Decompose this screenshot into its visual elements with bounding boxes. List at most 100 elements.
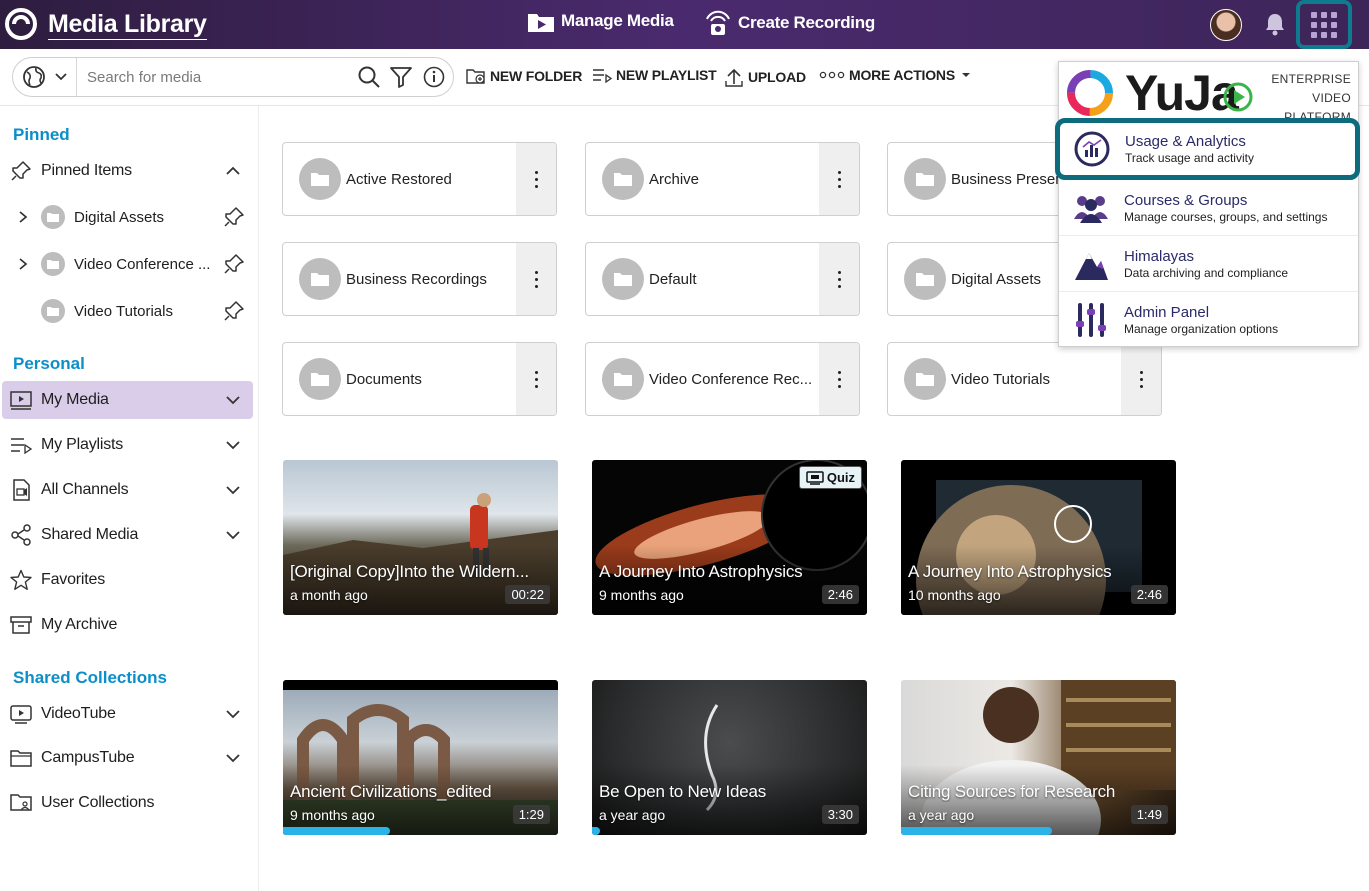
app-title: Usage & Analytics [1125, 133, 1246, 150]
app-subtitle: Manage organization options [1124, 322, 1279, 336]
channels-icon [9, 479, 33, 501]
pin-icon[interactable] [223, 300, 245, 322]
more-actions-button[interactable]: MORE ACTIONS [819, 67, 975, 83]
new-playlist-button[interactable]: NEW PLAYLIST [592, 67, 717, 83]
folder-icon [41, 252, 65, 276]
user-folder-icon [9, 793, 33, 813]
sidebar-item-favorites[interactable]: Favorites [2, 561, 253, 599]
manage-media-link[interactable]: Manage Media [527, 9, 674, 33]
app-himalayas[interactable]: Himalayas Data archiving and compliance [1059, 236, 1358, 292]
folder-card[interactable]: Archive [585, 142, 860, 216]
video-duration: 2:46 [1130, 585, 1168, 604]
video-age: a year ago [908, 807, 975, 823]
chevron-down-icon[interactable] [225, 437, 241, 453]
pinned-items-toggle[interactable]: Pinned Items [2, 152, 253, 190]
tagline-line: VIDEO [1312, 91, 1351, 105]
app-admin-panel[interactable]: Admin Panel Manage organization options [1059, 292, 1358, 348]
search-input[interactable] [87, 68, 351, 86]
video-title: [Original Copy]Into the Wildern... [290, 562, 529, 581]
sidebar-item-my-playlists[interactable]: My Playlists [2, 426, 253, 464]
video-card[interactable]: Be Open to New Ideas a year ago 3:30 [592, 680, 867, 835]
new-folder-icon [466, 69, 485, 84]
video-title: Be Open to New Ideas [599, 782, 767, 801]
video-card[interactable]: Ancient Civilizations_edited 9 months ag… [283, 680, 558, 835]
video-card[interactable]: [Original Copy]Into the Wildern... a mon… [283, 460, 558, 615]
video-card[interactable]: Citing Sources for Research a year ago 1… [901, 680, 1176, 835]
video-duration: 2:46 [821, 585, 859, 604]
kebab-menu-icon[interactable] [1121, 343, 1161, 415]
video-duration: 3:30 [821, 805, 859, 824]
info-icon[interactable] [423, 66, 445, 88]
sidebar-item-videotube[interactable]: VideoTube [2, 695, 253, 733]
sidebar-item-user-collections[interactable]: User Collections [2, 784, 253, 822]
chevron-down-icon[interactable] [225, 750, 241, 766]
kebab-menu-icon[interactable] [819, 143, 859, 215]
kebab-menu-icon[interactable] [516, 243, 556, 315]
folder-icon [41, 205, 65, 229]
chevron-down-icon[interactable] [225, 527, 241, 543]
pinned-item-video-conference[interactable]: Video Conference ... [0, 245, 255, 283]
sidebar-item-my-media[interactable]: My Media [2, 381, 253, 419]
sidebar-item-label: My Media [41, 391, 109, 408]
folder-name: Archive [649, 170, 700, 188]
pin-icon[interactable] [223, 253, 245, 275]
avatar[interactable] [1210, 9, 1242, 41]
progress-bar [283, 827, 391, 835]
chevron-down-icon[interactable] [225, 392, 241, 408]
app-usage-analytics[interactable]: Usage & Analytics Track usage and activi… [1055, 118, 1360, 180]
sidebar-item-campustube[interactable]: CampusTube [2, 739, 253, 777]
pinned-items-label: Pinned Items [41, 162, 132, 179]
chevron-up-icon [226, 166, 240, 175]
folder-icon [299, 358, 341, 400]
new-folder-button[interactable]: NEW FOLDER [466, 67, 582, 85]
folder-card[interactable]: Video Tutorials [887, 342, 1162, 416]
quiz-label: Quiz [826, 470, 855, 485]
kebab-menu-icon[interactable] [516, 343, 556, 415]
chevron-down-icon[interactable] [225, 706, 241, 722]
filter-icon[interactable] [389, 65, 413, 89]
folder-card[interactable]: Business Recordings [282, 242, 557, 316]
sidebar-item-my-archive[interactable]: My Archive [2, 606, 253, 644]
share-icon [9, 524, 33, 546]
video-title: A Journey Into Astrophysics [599, 562, 803, 581]
brand[interactable]: Media Library [4, 7, 207, 41]
video-card[interactable]: Quiz A Journey Into Astrophysics 9 month… [592, 460, 867, 615]
app-courses-groups[interactable]: Courses & Groups Manage courses, groups,… [1059, 180, 1358, 236]
app-launcher-button[interactable] [1296, 0, 1352, 49]
upload-button[interactable]: UPLOAD [724, 67, 806, 87]
create-recording-link[interactable]: Create Recording [704, 9, 875, 37]
folder-card[interactable]: Video Conference Rec... [585, 342, 860, 416]
yuja-swirl-logo-icon [1067, 70, 1113, 116]
folder-card[interactable]: Documents [282, 342, 557, 416]
kebab-menu-icon[interactable] [819, 243, 859, 315]
folder-icon [299, 258, 341, 300]
quiz-badge: Quiz [798, 466, 862, 489]
search-icon[interactable] [357, 65, 381, 89]
scope-selector[interactable] [13, 58, 77, 96]
pinned-item-digital-assets[interactable]: Digital Assets [0, 198, 255, 236]
video-card[interactable]: A Journey Into Astrophysics 10 months ag… [901, 460, 1176, 615]
folder-card[interactable]: Active Restored [282, 142, 557, 216]
yuja-logo-icon [5, 8, 37, 40]
folder-icon [41, 299, 65, 323]
caret-down-icon [961, 73, 970, 77]
sidebar-item-all-channels[interactable]: All Channels [2, 471, 253, 509]
top-bar: Media Library Manage Media Create Record… [0, 0, 1369, 49]
chevron-down-icon[interactable] [225, 482, 241, 498]
video-duration: 1:29 [512, 805, 550, 824]
app-subtitle: Data archiving and compliance [1124, 265, 1289, 280]
video-title: A Journey Into Astrophysics [908, 562, 1112, 581]
pinned-item-video-tutorials[interactable]: Video Tutorials [0, 292, 255, 330]
media-folder-icon [528, 14, 554, 32]
bell-icon[interactable] [1262, 11, 1288, 37]
pin-icon [9, 160, 33, 182]
sliders-icon [1071, 300, 1111, 340]
dots-icon [819, 71, 845, 79]
folder-card[interactable]: Default [585, 242, 860, 316]
kebab-menu-icon[interactable] [516, 143, 556, 215]
kebab-menu-icon[interactable] [819, 343, 859, 415]
star-icon [9, 569, 33, 591]
sidebar-item-label: Shared Media [41, 526, 139, 543]
sidebar-item-shared-media[interactable]: Shared Media [2, 516, 253, 554]
pin-icon[interactable] [223, 206, 245, 228]
